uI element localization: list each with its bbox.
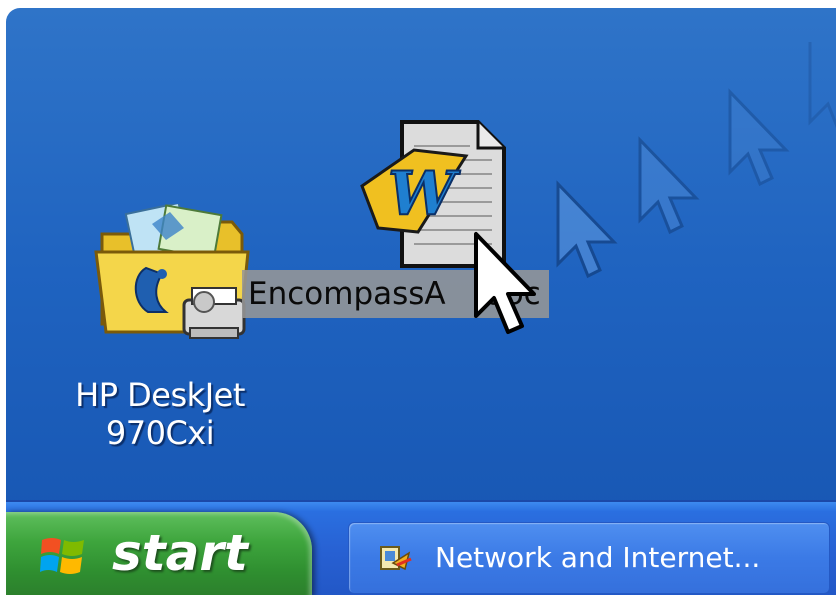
arrow-cursor-trail-4: [808, 42, 836, 129]
start-label: start: [112, 524, 248, 582]
arrow-cursor: [474, 232, 536, 334]
printer-icon-label[interactable]: HP DeskJet 970Cxi: [30, 376, 290, 452]
arrow-cursor-trail: [556, 180, 618, 279]
hp-printer-folder-icon[interactable]: [92, 204, 252, 364]
screen: HP DeskJet 970Cxi W EncompassA .doc star…: [6, 8, 836, 595]
windows-flag-icon: [40, 538, 84, 574]
printer-label-line2: 970Cxi: [105, 414, 215, 452]
task-button-network[interactable]: Network and Internet...: [348, 522, 830, 594]
arrow-cursor-trail-3: [728, 88, 790, 187]
arrow-cursor-trail-2: [638, 136, 700, 235]
task-button-label: Network and Internet...: [435, 541, 761, 574]
start-button[interactable]: start: [6, 512, 312, 595]
desktop: HP DeskJet 970Cxi W EncompassA .doc: [6, 8, 836, 500]
network-connections-icon: [380, 546, 412, 571]
svg-text:W: W: [388, 159, 461, 229]
printer-label-line1: HP DeskJet: [75, 376, 245, 414]
taskbar: start Network and Internet...: [6, 500, 836, 595]
